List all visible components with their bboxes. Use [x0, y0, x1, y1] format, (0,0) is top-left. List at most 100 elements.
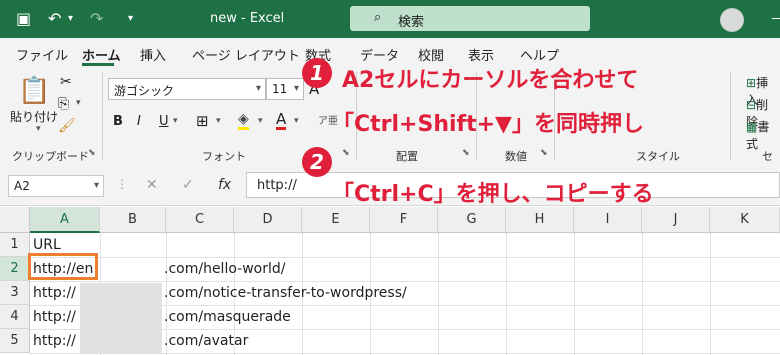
cancel-icon[interactable]: ✕: [146, 177, 158, 193]
group-label-alignment: 配置: [396, 150, 418, 163]
border-dropdown-icon[interactable]: ▾: [216, 116, 221, 126]
column-header-k[interactable]: K: [710, 207, 780, 233]
delete-cells-icon: ⊟: [746, 98, 757, 112]
gridline: [30, 353, 780, 354]
column-header-d[interactable]: D: [234, 207, 302, 233]
more-icon: ⋮: [116, 177, 128, 191]
tab-file[interactable]: ファイル: [16, 45, 68, 64]
chevron-down-icon: ▾: [255, 83, 261, 94]
font-color-dropdown-icon[interactable]: ▾: [294, 116, 299, 126]
gridline: [30, 257, 780, 258]
paste-icon[interactable]: 📋: [18, 76, 50, 106]
gridline: [710, 233, 711, 355]
fill-color-dropdown-icon[interactable]: ▾: [258, 116, 263, 126]
row-header-1[interactable]: 1: [0, 233, 30, 257]
fill-color-icon[interactable]: ◈: [238, 112, 249, 130]
group-label-font: フォント: [202, 150, 246, 163]
selected-cell-outline: [28, 253, 98, 280]
group-label-number: 数値: [505, 150, 527, 163]
cell-a4-overflow-text: .com/masquerade: [164, 309, 291, 325]
name-box[interactable]: A2 ▾: [8, 175, 104, 197]
column-header-a[interactable]: A: [30, 207, 100, 233]
column-header-f[interactable]: F: [370, 207, 438, 233]
font-color-icon[interactable]: A: [276, 111, 287, 130]
format-cells-button[interactable]: ▦書式: [746, 118, 780, 152]
redaction-mask: [80, 283, 162, 353]
paste-dropdown-icon[interactable]: ▾: [36, 124, 41, 134]
underline-button[interactable]: U: [159, 114, 169, 129]
step-2-instruction: 「Ctrl+C」を押し、コピーする: [332, 182, 654, 207]
underline-dropdown-icon[interactable]: ▾: [173, 116, 178, 126]
column-header-i[interactable]: I: [574, 207, 642, 233]
row-header-2[interactable]: 2: [0, 257, 30, 281]
font-launcher-icon[interactable]: ⬊: [342, 148, 350, 158]
search-box[interactable]: ⌕ 検索: [350, 6, 590, 31]
search-icon: ⌕: [374, 10, 382, 25]
copy-icon[interactable]: ⎘: [58, 96, 69, 112]
tab-insert[interactable]: 挿入: [140, 45, 166, 64]
copy-dropdown-icon[interactable]: ▾: [76, 98, 81, 108]
gridline: [438, 233, 439, 355]
save-icon[interactable]: ▣: [16, 9, 31, 28]
insert-function-icon[interactable]: fx: [218, 177, 231, 193]
title-bar: ▣ ↶ ▾ ↷ ▾ new - Excel ⌕ 検索: [0, 0, 780, 38]
column-header-e[interactable]: E: [302, 207, 370, 233]
tab-home[interactable]: ホーム: [82, 45, 121, 64]
step-1-instruction-line-1: A2セルにカーソルを合わせて: [342, 68, 639, 93]
customize-qat-icon[interactable]: ▾: [128, 13, 133, 24]
row-header-3[interactable]: 3: [0, 281, 30, 305]
gridline: [574, 233, 575, 355]
minimize-icon[interactable]: [772, 18, 780, 19]
group-separator: [102, 72, 103, 160]
font-name-select[interactable]: 游ゴシック ▾: [108, 78, 266, 100]
number-launcher-icon[interactable]: ⬊: [540, 148, 548, 158]
format-painter-icon[interactable]: 🖌: [58, 118, 76, 134]
window-title: new - Excel: [210, 11, 285, 26]
row-header-5[interactable]: 5: [0, 329, 30, 353]
step-1-badge: 1: [302, 58, 332, 88]
column-header-h[interactable]: H: [506, 207, 574, 233]
tab-page-layout[interactable]: ページ レイアウト: [192, 45, 300, 64]
gridline: [642, 233, 643, 355]
font-size-select[interactable]: 11 ▾: [266, 78, 304, 100]
cut-icon[interactable]: ✂: [60, 74, 72, 90]
formula-value: http://: [257, 178, 297, 193]
font-name-value: 游ゴシック: [114, 84, 175, 98]
enter-icon[interactable]: ✓: [182, 177, 194, 193]
group-separator: [730, 72, 731, 160]
row-header-4[interactable]: 4: [0, 305, 30, 329]
cell-a5-overflow-text: .com/avatar: [164, 333, 249, 349]
name-box-value: A2: [14, 179, 30, 193]
undo-icon[interactable]: ↶: [48, 9, 61, 28]
step-1-instruction-line-2: 「Ctrl+Shift+▼」を同時押し: [332, 112, 644, 137]
cell-a5-text[interactable]: http://: [33, 329, 76, 353]
alignment-launcher-icon[interactable]: ⬊: [462, 148, 470, 158]
avatar[interactable]: [720, 8, 744, 32]
column-header-c[interactable]: C: [166, 207, 234, 233]
step-2-badge: 2: [302, 147, 332, 177]
redo-icon[interactable]: ↷: [90, 9, 103, 28]
gridline: [506, 233, 507, 355]
cell-a2-overflow-text: .com/hello-world/: [164, 261, 286, 277]
paste-button[interactable]: 貼り付け: [10, 108, 58, 125]
cell-a4-text[interactable]: http://: [33, 305, 76, 329]
column-header-j[interactable]: J: [642, 207, 710, 233]
search-label: 検索: [398, 15, 425, 30]
insert-cells-icon: ⊞: [746, 76, 757, 90]
border-icon[interactable]: ⊞: [196, 112, 209, 130]
cell-a3-text[interactable]: http://: [33, 281, 76, 305]
undo-dropdown-icon[interactable]: ▾: [68, 13, 73, 24]
font-size-value: 11: [272, 82, 288, 96]
chevron-down-icon: ▾: [293, 83, 299, 94]
group-label-clipboard: クリップボード: [12, 150, 89, 163]
bold-button[interactable]: B: [113, 114, 123, 129]
column-header-g[interactable]: G: [438, 207, 506, 233]
worksheet-grid: A B C D E F G H I J K 1 2 3 4 5 URL http…: [0, 207, 780, 355]
clipboard-launcher-icon[interactable]: ⬊: [88, 148, 96, 158]
select-all-corner[interactable]: [0, 207, 30, 233]
column-header-b[interactable]: B: [100, 207, 166, 233]
cell-a3-overflow-text: .com/notice-transfer-to-wordpress/: [164, 285, 407, 301]
active-tab-indicator: [82, 63, 114, 66]
chevron-down-icon: ▾: [93, 180, 99, 191]
italic-button[interactable]: I: [137, 114, 141, 129]
